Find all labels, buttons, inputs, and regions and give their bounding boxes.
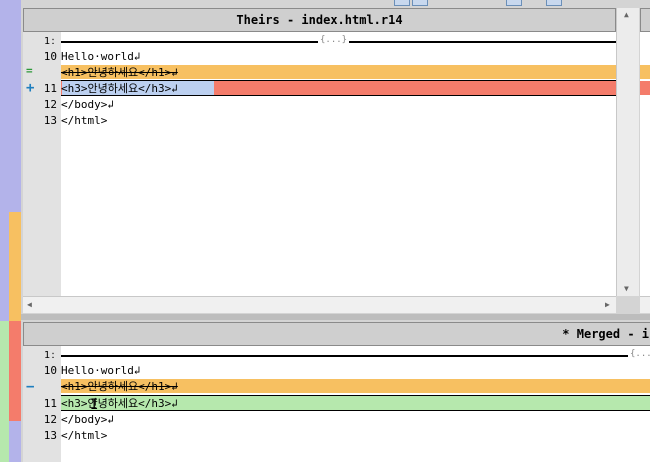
merged-line-number: 13 bbox=[43, 429, 57, 442]
theirs-code-line[interactable]: <h1>안녕하세요</h1>↲ bbox=[61, 65, 616, 80]
pane-splitter[interactable] bbox=[21, 314, 650, 320]
minus-icon[interactable]: − bbox=[26, 380, 38, 394]
merged-fold-marker[interactable]: 1ː bbox=[44, 350, 56, 361]
right-pane-orange bbox=[640, 65, 650, 79]
toolbar-button-2[interactable] bbox=[412, 0, 428, 6]
equal-icon[interactable]: = bbox=[26, 65, 38, 76]
theirs-line-number: 13 bbox=[43, 114, 57, 127]
overview-strip-theirs bbox=[0, 0, 9, 321]
merged-code-line[interactable]: <h3>안녕하세요</h3>↲ bbox=[61, 396, 650, 411]
merged-code-line[interactable]: </body>↲ bbox=[61, 412, 650, 427]
theirs-code-line[interactable]: </html> bbox=[61, 113, 616, 128]
overview-strip-red bbox=[9, 321, 21, 421]
merged-code-line[interactable]: Hello·world↲ bbox=[61, 363, 650, 378]
theirs-code-line[interactable]: <h3>안녕하세요</h3>↲ bbox=[61, 81, 616, 96]
theirs-line-number: 10 bbox=[43, 50, 57, 63]
overview-strip-bottom bbox=[9, 421, 21, 462]
right-pane-title-bar bbox=[640, 8, 650, 32]
merged-code-line[interactable]: </html> bbox=[61, 428, 650, 443]
text-cursor-icon: I bbox=[90, 397, 99, 413]
toolbar-button-3[interactable] bbox=[506, 0, 522, 6]
merged-line-number: 11 bbox=[43, 397, 57, 410]
theirs-vscroll-down-icon[interactable]: ▼ bbox=[624, 284, 629, 293]
toolbar-button-1[interactable] bbox=[394, 0, 410, 6]
overview-strip-orange bbox=[9, 212, 21, 321]
theirs-title: Theirs - index.html.r14 bbox=[236, 13, 403, 27]
theirs-line-number: 12 bbox=[43, 98, 57, 111]
overview-strip-top bbox=[9, 0, 21, 212]
right-pane-hscroll[interactable] bbox=[640, 296, 650, 313]
theirs-vscroll[interactable]: ▲ ▼ bbox=[616, 8, 639, 296]
theirs-line-number: 11 bbox=[43, 82, 57, 95]
theirs-vscroll-up-icon[interactable]: ▲ bbox=[624, 10, 629, 19]
merged-title-bar: * Merged - i bbox=[23, 322, 650, 346]
overview-strip-merged bbox=[0, 321, 9, 462]
theirs-title-bar: Theirs - index.html.r14 bbox=[23, 8, 616, 32]
theirs-folded-label[interactable]: {...} bbox=[318, 35, 350, 45]
theirs-fold-marker[interactable]: 1ː bbox=[44, 36, 56, 47]
theirs-hscroll-right-icon[interactable]: ▶ bbox=[605, 300, 610, 309]
right-pane-red bbox=[640, 81, 650, 95]
theirs-code-line[interactable]: Hello·world↲ bbox=[61, 49, 616, 64]
toolbar-button-4[interactable] bbox=[546, 0, 562, 6]
merged-fold-separator bbox=[61, 355, 641, 357]
theirs-code-line[interactable]: </body>↲ bbox=[61, 97, 616, 112]
merged-line-number: 10 bbox=[43, 364, 57, 377]
merged-folded-label[interactable]: {... bbox=[628, 349, 650, 359]
merged-code-line[interactable]: <h1>안녕하세요</h1>↲ bbox=[61, 379, 650, 394]
theirs-hscroll-left-icon[interactable]: ◀ bbox=[27, 300, 32, 309]
merged-title: * Merged - i bbox=[562, 327, 649, 341]
theirs-hscroll[interactable]: ◀ ▶ bbox=[23, 296, 616, 313]
merged-line-number: 12 bbox=[43, 413, 57, 426]
